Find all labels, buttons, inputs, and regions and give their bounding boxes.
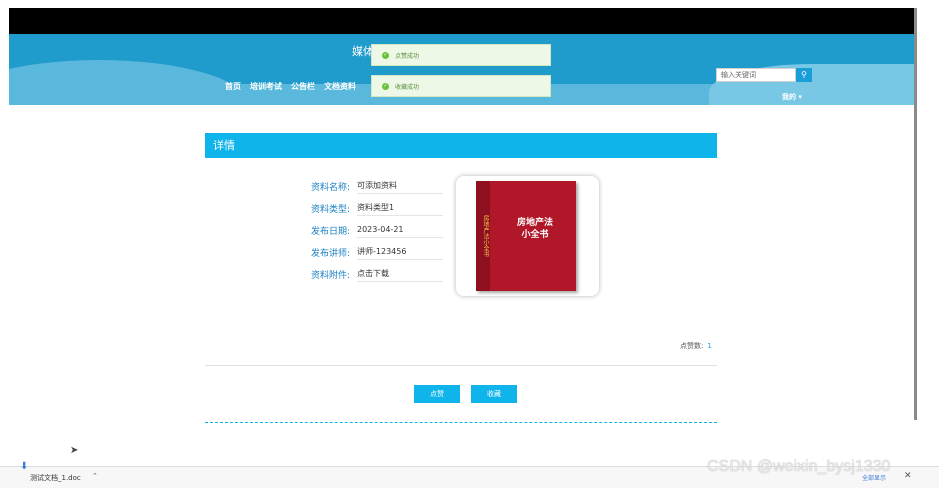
toast-text: 收藏成功 [395, 83, 420, 91]
like-button[interactable]: 点赞 [414, 385, 460, 403]
window-top-strip [0, 0, 939, 8]
field-label: 资料类型: [310, 204, 350, 215]
search-icon: ⚲ [801, 70, 807, 79]
field-label: 发布讲师: [310, 248, 350, 259]
browser-bar [9, 8, 916, 34]
user-menu[interactable]: 我的 ▾ [782, 92, 802, 102]
mouse-cursor-icon: ➤ [70, 445, 79, 456]
nav-notice[interactable]: 公告栏 [291, 81, 315, 92]
cover-image-card: 房地产法小全书 房地产法 小全书 [456, 176, 599, 296]
chevron-up-icon[interactable]: ⌃ [92, 472, 98, 480]
like-count-label: 点赞数: [680, 342, 704, 350]
main-nav: 首页 培训考试 公告栏 文档资料 [225, 81, 356, 92]
check-icon: ✓ [382, 82, 389, 90]
attachment-download-link[interactable]: 点击下载 [357, 266, 443, 282]
toast-like-success: ✓ 点赞成功 [371, 44, 551, 66]
close-icon[interactable]: ✕ [904, 471, 912, 481]
book-cover-image: 房地产法小全书 房地产法 小全书 [476, 181, 576, 291]
toast-text: 点赞成功 [395, 52, 420, 60]
check-icon: ✓ [382, 51, 389, 59]
panel-title: 详情 [205, 133, 717, 158]
nav-training[interactable]: 培训考试 [250, 81, 282, 92]
divider [205, 365, 717, 366]
search-button[interactable]: ⚲ [796, 68, 812, 82]
book-spine: 房地产法小全书 [476, 181, 490, 291]
like-count-value: 1 [707, 342, 712, 350]
field-label: 资料附件: [310, 270, 350, 281]
nav-documents[interactable]: 文档资料 [324, 81, 356, 92]
download-file[interactable]: 测试文档_1.doc [30, 473, 81, 483]
field-row: 资料类型: 资料类型1 [300, 197, 443, 219]
field-row: 发布讲师: 讲师-123456 [300, 241, 443, 263]
field-value: 资料类型1 [357, 200, 443, 216]
field-row: 资料附件: 点击下载 [300, 263, 443, 285]
field-value: 2023-04-21 [357, 222, 443, 238]
field-label: 发布日期: [310, 226, 350, 237]
favorite-button[interactable]: 收藏 [471, 385, 517, 403]
field-label: 资料名称: [310, 182, 350, 193]
dashed-divider [205, 422, 717, 423]
field-row: 资料名称: 可添加资料 [300, 175, 443, 197]
nav-home[interactable]: 首页 [225, 81, 241, 92]
download-icon: ⬇ [20, 461, 29, 472]
search-input[interactable]: 输入关键词 [716, 68, 796, 82]
toast-favorite-success: ✓ 收藏成功 [371, 75, 551, 97]
field-value: 讲师-123456 [357, 244, 443, 260]
book-subtitle: 小全书 [521, 230, 549, 240]
field-row: 发布日期: 2023-04-21 [300, 219, 443, 241]
watermark: CSDN @weixin_bysj1330 [707, 458, 891, 475]
scrollbar[interactable] [914, 8, 917, 420]
detail-fields: 资料名称: 可添加资料 资料类型: 资料类型1 发布日期: 2023-04-21… [300, 175, 443, 285]
like-count: 点赞数: 1 [680, 341, 712, 351]
field-value: 可添加资料 [357, 178, 443, 194]
